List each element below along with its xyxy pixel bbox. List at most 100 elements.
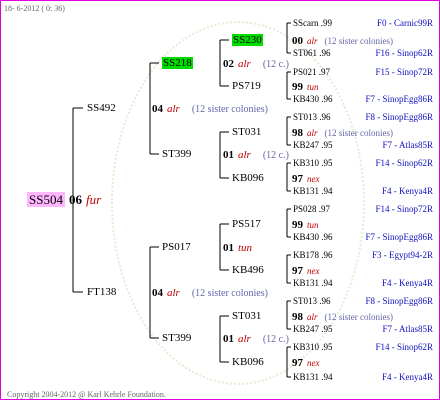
g4-name-0: SScarn .99 [293,18,332,28]
g3-info-3: 97 nex [292,172,320,185]
g4-name-12: ST013 .96 [293,296,331,306]
sire-sire-gene: alr [238,58,251,70]
g3-gene-4: tun [307,220,319,230]
g3-name-2: ST031 [232,126,262,138]
g3-name-1: PS719 [232,80,261,92]
g3-gen-0: 00 [292,35,303,47]
copyright: Copyright 2004-2012 @ Karl Kehrle Founda… [7,390,166,399]
dam-sire-gen: 01 [223,242,234,254]
dam-gene: alr [167,287,180,299]
g3-sisters-6: (12 sister colonies) [324,312,393,322]
dam-dam-gen: 01 [223,333,234,345]
g4-line-3: F7 - SinopEgg86R [365,94,433,104]
g4-line-9: F7 - SinopEgg86R [365,232,433,242]
root-gene: fur [85,192,102,207]
g3-name-4: PS517 [232,218,261,230]
sire-dam-gene: alr [238,149,251,161]
g3-gen-5: 97 [292,265,303,277]
g3-gen-2: 98 [292,127,303,139]
dam-name: FT138 [87,286,117,298]
g4-name-6: KB310 .95 [293,158,333,168]
g4-name-13: KB247 .95 [293,324,333,334]
dam-dam-gene: alr [238,333,251,345]
g4-name-8: PS028 .97 [293,204,331,214]
g3-gene-1: tun [307,82,319,92]
sire-sire-gen: 02 [223,58,234,70]
g3-info-1: 99 tun [292,80,319,93]
g4-name-9: KB430 .96 [293,232,333,242]
sire-sisters: (12 sister colonies) [191,104,268,115]
sire-gen: 04 [152,103,163,115]
g4-name-7: KB131 .94 [293,186,333,196]
g4-name-5: KB247 .95 [293,140,333,150]
g3-info-5: 97 nex [292,264,320,277]
g3-info-0: 00 alr (12 sister colonies) [292,34,393,47]
g3-gene-5: nex [307,266,320,276]
g3-info-2: 98 alr (12 sister colonies) [292,126,393,139]
g3-info-7: 97 nex [292,356,320,369]
g3-name-0: SS230 [232,34,263,46]
g4-line-13: F7 - Atlas85R [382,324,433,334]
g3-gene-3: nex [307,174,320,184]
sire-sire-name: SS218 [162,57,193,69]
g4-name-10: KB178 .96 [293,250,333,260]
sire-dam-name: ST399 [162,148,192,160]
dam-sire-name: PS017 [162,241,191,253]
g3-name-0-label: SS230 [232,34,263,46]
g4-name-1: ST061 .96 [293,48,331,58]
sire-dam-info: 01 alr (12 c.) [223,148,289,162]
g4-line-0: F0 - Carnic99R [377,18,433,28]
sire-sire-sisters: (12 c.) [262,59,289,70]
g3-info-4: 99 tun [292,218,319,231]
root-gen: 06 [68,192,82,207]
dam-sire-info: 01 tun [223,241,252,254]
g4-line-11: F4 - Kenya4R [382,278,433,288]
g3-name-7: KB096 [232,356,264,368]
g4-line-2: F15 - Sinop72R [375,67,433,77]
dam-info: 04 alr (12 sister colonies) [152,286,268,300]
dam-dam-name: ST399 [162,332,192,344]
g3-gen-4: 99 [292,219,303,231]
dam-dam-info: 01 alr (12 c.) [223,332,289,346]
g3-name-5: KB496 [232,264,264,276]
g4-line-8: F14 - Sinop72R [375,204,433,214]
g3-gen-3: 97 [292,173,303,185]
sire-dam-sisters: (12 c.) [262,150,289,161]
g4-name-4: ST013 .96 [293,112,331,122]
root-name: SS504 [27,192,65,207]
g3-info-6: 98 alr (12 sister colonies) [292,310,393,323]
g3-gene-7: nex [307,358,320,368]
g4-name-15: KB131 .94 [293,372,333,382]
g3-gen-6: 98 [292,311,303,323]
sire-info: 04 alr (12 sister colonies) [152,102,268,116]
g4-name-2: PS021 .97 [293,67,331,77]
g4-line-1: F16 - Sinop62R [375,48,433,58]
g3-gen-7: 97 [292,357,303,369]
dam-sire-gene: tun [238,242,253,254]
pedigree-chart: 18- 6-2012 ( 0: 36) SS504 06 fur SS492 F… [0,0,440,400]
print-date: 18- 6-2012 ( 0: 36) [4,4,65,13]
g4-line-4: F8 - SinopEgg86R [365,112,433,122]
g3-sisters-2: (12 sister colonies) [324,128,393,138]
g4-name-3: KB430 .96 [293,94,333,104]
sire-gene: alr [167,103,180,115]
g3-name-6: ST031 [232,310,262,322]
g4-line-15: F4 - Kenya4R [382,372,433,382]
sire-dam-gen: 01 [223,149,234,161]
g3-gene-6: alr [307,312,318,322]
sire-sire-info: 02 alr (12 c.) [223,57,289,71]
g3-gen-1: 99 [292,81,303,93]
g3-name-3: KB096 [232,172,264,184]
sire-name: SS492 [87,102,116,114]
g4-line-6: F14 - Sinop62R [375,158,433,168]
g4-name-11: KB131 .94 [293,278,333,288]
g3-gene-2: alr [307,128,318,138]
dam-gen: 04 [152,287,163,299]
sire-sire-label: SS218 [162,57,193,69]
g4-name-14: KB310 .95 [293,342,333,352]
g4-line-7: F4 - Kenya4R [382,186,433,196]
dam-dam-sisters: (12 c.) [262,334,289,345]
g3-gene-0: alr [307,36,318,46]
g4-line-5: F7 - Atlas85R [382,140,433,150]
g4-line-12: F8 - SinopEgg86R [365,296,433,306]
